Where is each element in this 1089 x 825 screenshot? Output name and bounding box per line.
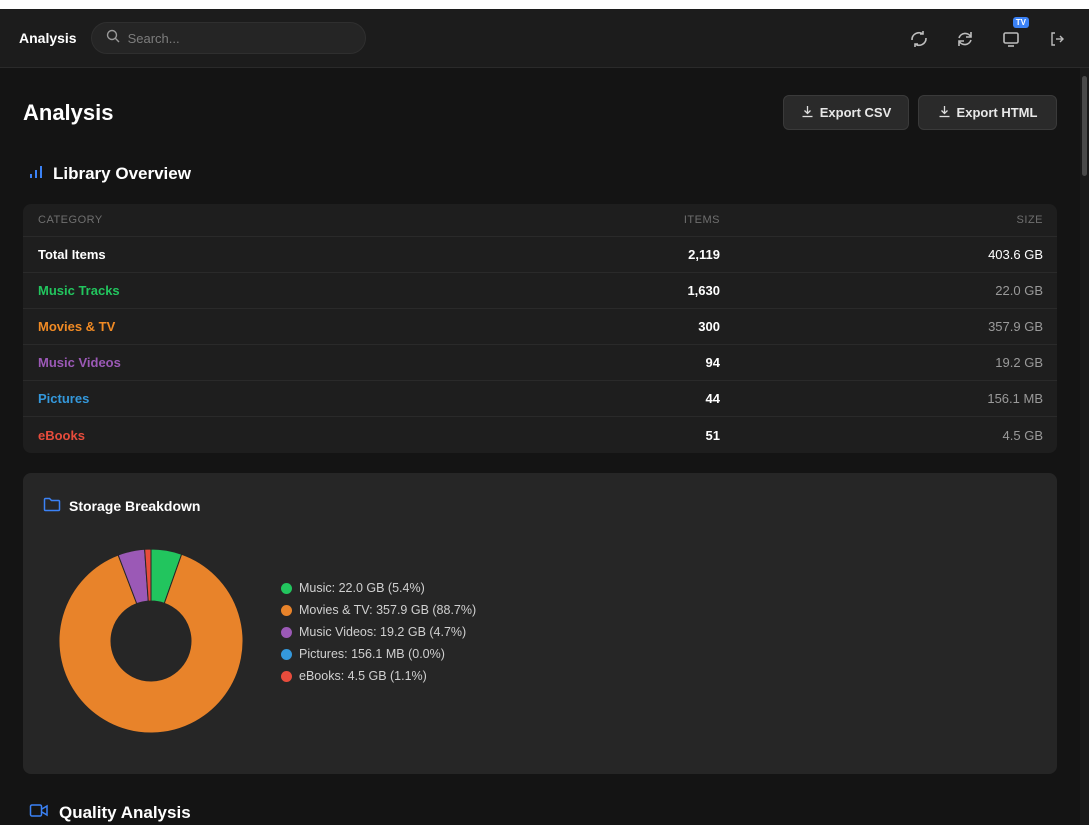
legend-label: Pictures: 156.1 MB (0.0%) bbox=[299, 647, 445, 661]
bar-chart-icon bbox=[29, 164, 43, 184]
column-header-size: SIZE bbox=[1016, 214, 1043, 226]
storage-breakdown-heading: Storage Breakdown bbox=[43, 497, 200, 515]
search-input[interactable] bbox=[127, 30, 348, 46]
legend-label: eBooks: 4.5 GB (1.1%) bbox=[299, 669, 427, 683]
legend-dot bbox=[281, 648, 292, 660]
sync-disabled-icon[interactable] bbox=[907, 27, 931, 51]
legend-label: Music Videos: 19.2 GB (4.7%) bbox=[299, 625, 467, 639]
legend-item: Pictures: 156.1 MB (0.0%) bbox=[281, 643, 476, 665]
quality-analysis-heading: Quality Analysis bbox=[29, 803, 191, 823]
column-header-category: CATEGORY bbox=[38, 214, 103, 226]
legend-dot bbox=[281, 670, 292, 682]
export-csv-label: Export CSV bbox=[819, 105, 892, 120]
size-cell: 22.0 GB bbox=[995, 283, 1043, 298]
folder-icon bbox=[43, 497, 61, 515]
table-row: Music Videos 94 19.2 GB bbox=[23, 345, 1057, 381]
refresh-icon[interactable] bbox=[953, 27, 977, 51]
table-header: CATEGORY ITEMS SIZE bbox=[23, 204, 1057, 237]
legend-label: Movies & TV: 357.9 GB (88.7%) bbox=[299, 603, 477, 617]
size-cell: 19.2 GB bbox=[995, 355, 1043, 370]
category-cell: Music Videos bbox=[38, 355, 121, 370]
download-icon bbox=[801, 105, 814, 121]
storage-breakdown-title: Storage Breakdown bbox=[69, 498, 201, 514]
table-row: Movies & TV 300 357.9 GB bbox=[23, 309, 1057, 345]
library-overview-table: CATEGORY ITEMS SIZE Total Items 2,119 40… bbox=[23, 204, 1057, 453]
column-header-items: ITEMS bbox=[683, 214, 720, 226]
legend-item: Music Videos: 19.2 GB (4.7%) bbox=[281, 621, 476, 643]
scrollbar-thumb[interactable] bbox=[1082, 76, 1087, 176]
legend-item: Movies & TV: 357.9 GB (88.7%) bbox=[281, 599, 476, 621]
quality-analysis-title: Quality Analysis bbox=[59, 803, 191, 822]
download-icon bbox=[938, 105, 951, 121]
items-cell: 300 bbox=[698, 319, 720, 334]
app-title: Analysis bbox=[19, 30, 77, 46]
items-cell: 1,630 bbox=[687, 283, 720, 298]
size-cell: 403.6 GB bbox=[988, 247, 1043, 262]
legend-dot bbox=[281, 626, 292, 638]
items-cell: 51 bbox=[705, 427, 720, 443]
window-top-strip bbox=[0, 0, 1089, 9]
size-cell: 4.5 GB bbox=[1002, 427, 1043, 443]
size-cell: 357.9 GB bbox=[988, 319, 1043, 334]
page-title: Analysis bbox=[23, 100, 114, 125]
table-row: Music Tracks 1,630 22.0 GB bbox=[23, 273, 1057, 309]
legend-dot bbox=[281, 582, 292, 594]
library-overview-title: Library Overview bbox=[53, 164, 191, 183]
items-cell: 94 bbox=[705, 355, 720, 370]
video-camera-icon bbox=[29, 803, 49, 823]
table-row: eBooks 51 4.5 GB bbox=[23, 417, 1057, 453]
storage-breakdown-card: Storage Breakdown Music: 22.0 GB (5.4%) M… bbox=[23, 473, 1057, 774]
library-overview-heading: Library Overview bbox=[29, 164, 191, 184]
logout-icon[interactable] bbox=[1045, 27, 1069, 51]
tv-cast-icon[interactable]: TV bbox=[999, 16, 1029, 51]
legend-dot bbox=[281, 604, 292, 616]
top-bar: Analysis TV bbox=[0, 9, 1089, 68]
search-box[interactable] bbox=[90, 22, 366, 54]
table-row: Total Items 2,119 403.6 GB bbox=[23, 237, 1057, 273]
storage-donut-chart bbox=[58, 548, 244, 734]
export-html-button[interactable]: Export HTML bbox=[918, 95, 1057, 130]
category-cell: Movies & TV bbox=[38, 319, 116, 334]
category-cell: Total Items bbox=[38, 247, 106, 262]
search-icon bbox=[106, 29, 120, 48]
legend-item: Music: 22.0 GB (5.4%) bbox=[281, 577, 476, 599]
category-cell: eBooks bbox=[38, 427, 85, 443]
export-csv-button[interactable]: Export CSV bbox=[783, 95, 909, 130]
chart-legend: Music: 22.0 GB (5.4%) Movies & TV: 357.9 … bbox=[281, 577, 476, 687]
items-cell: 2,119 bbox=[688, 247, 720, 262]
table-row: Pictures 44 156.1 MB bbox=[23, 381, 1057, 417]
tv-badge: TV bbox=[1012, 16, 1029, 28]
category-cell: Music Tracks bbox=[38, 283, 120, 298]
items-cell: 44 bbox=[705, 391, 720, 406]
export-html-label: Export HTML bbox=[956, 105, 1038, 120]
category-cell: Pictures bbox=[38, 391, 90, 406]
legend-label: Music: 22.0 GB (5.4%) bbox=[299, 581, 425, 595]
size-cell: 156.1 MB bbox=[987, 391, 1043, 406]
legend-item: eBooks: 4.5 GB (1.1%) bbox=[281, 665, 476, 687]
scrollbar[interactable] bbox=[1080, 68, 1089, 825]
